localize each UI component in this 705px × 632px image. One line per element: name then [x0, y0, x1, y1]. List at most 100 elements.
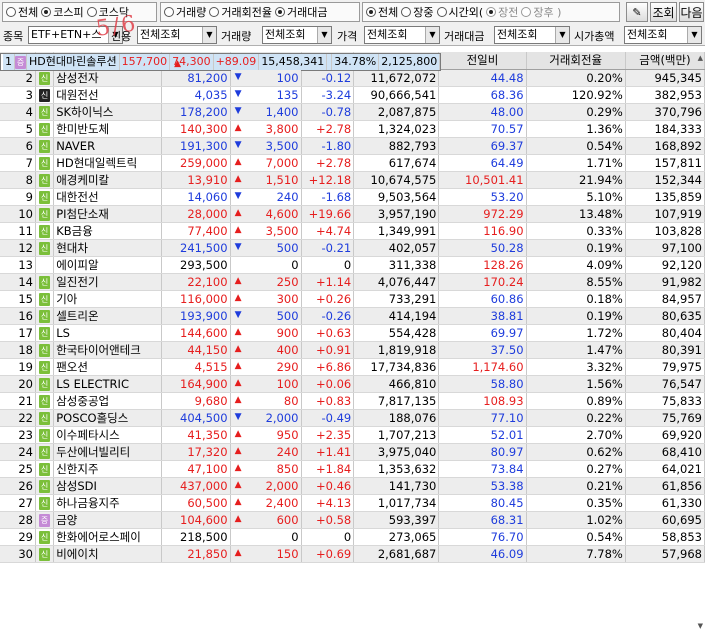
- column-header[interactable]: 전일비: [438, 52, 527, 70]
- volume-select[interactable]: 전체조회 ▼: [262, 26, 332, 44]
- stock-name-cell[interactable]: 신한지주: [53, 460, 162, 478]
- mcap-select[interactable]: 전체조회 ▼: [624, 26, 702, 44]
- stock-name-cell[interactable]: KB금융: [53, 222, 162, 240]
- session-radio-0[interactable]: 전체: [366, 4, 398, 20]
- stock-name-cell[interactable]: 한화에어로스페이: [53, 528, 162, 546]
- stock-name-cell[interactable]: 애경케미칼: [53, 171, 162, 189]
- table-row[interactable]: 25 신 신한지주 47,100 ▲ 850 +1.84 1,353,632 73.84 0.27…: [0, 460, 705, 478]
- table-row[interactable]: 3 신 대원전선 4,035 ▼ 135 -3.24 90,666,541 68.36 120.9…: [0, 86, 705, 104]
- change-value: 2,000: [265, 479, 299, 493]
- stock-name-cell[interactable]: NAVER: [53, 137, 162, 155]
- change-cell: ▼ 240: [230, 188, 302, 206]
- price-select[interactable]: 전체조회 ▼: [364, 26, 440, 44]
- sort-radio-2[interactable]: 거래대금: [274, 4, 327, 20]
- volume-cell: 3,957,190: [353, 205, 440, 223]
- stock-name-cell[interactable]: HD현대일렉트릭: [53, 154, 162, 172]
- settings-button[interactable]: ✎: [626, 2, 648, 22]
- change-cell: ▲ 240: [230, 443, 302, 461]
- table-row[interactable]: 1 증 HD현대마린솔루션 157,700 ▲ 74,300 +89.09 15,458,34…: [0, 53, 442, 71]
- table-row[interactable]: 28 증 금양 104,600 ▲ 600 +0.58 593,397 68.31 1.02% 60…: [0, 511, 705, 529]
- table-row[interactable]: 17 신 LS 144,600 ▲ 900 +0.63 554,428 69.97 1.72% 80…: [0, 324, 705, 342]
- change-value: 4,600: [265, 207, 299, 221]
- table-row[interactable]: 5 신 한미반도체 140,300 ▲ 3,800 +2.78 1,324,023 70.57 1…: [0, 120, 705, 138]
- table-row[interactable]: 4 신 SK하이닉스 178,200 ▼ 1,400 -0.78 2,087,875 48.00…: [0, 103, 705, 121]
- stock-name-cell[interactable]: 셀트리온: [53, 307, 162, 325]
- stock-name-cell[interactable]: 팬오션: [53, 358, 162, 376]
- table-row[interactable]: 27 신 하나금융지주 60,500 ▲ 2,400 +4.13 1,017,734 80.45…: [0, 494, 705, 512]
- table-row[interactable]: 12 신 현대차 241,500 ▼ 500 -0.21 402,057 50.28 0.19% 9…: [0, 239, 705, 257]
- session-radio-2[interactable]: 시간외(: [436, 4, 484, 20]
- table-row[interactable]: 11 신 KB금융 77,400 ▲ 3,500 +4.74 1,349,991 116.90 0…: [0, 222, 705, 240]
- table-row[interactable]: 30 신 비에이치 21,850 ▲ 150 +0.69 2,681,687 46.09 7.78…: [0, 545, 705, 563]
- stock-name-cell[interactable]: SK하이닉스: [53, 103, 162, 121]
- stock-name-cell[interactable]: 대한전선: [53, 188, 162, 206]
- table-row[interactable]: 10 신 PI첨단소재 28,000 ▲ 4,600 +19.66 3,957,190 972.…: [0, 205, 705, 223]
- stock-name-cell[interactable]: 비에이치: [53, 545, 162, 563]
- table-row[interactable]: 15 신 기아 116,000 ▲ 300 +0.26 733,291 60.86 0.18% 84…: [0, 290, 705, 308]
- table-row[interactable]: 24 신 두산에너빌리티 17,320 ▲ 240 +1.41 3,975,040 80.97 0…: [0, 443, 705, 461]
- column-header[interactable]: 금액(백만): [625, 52, 705, 70]
- stock-name-cell[interactable]: 일진전기: [53, 273, 162, 291]
- table-row[interactable]: 20 신 LS ELECTRIC 164,900 ▲ 100 +0.06 466,810 58.…: [0, 375, 705, 393]
- stock-name-cell[interactable]: HD현대마린솔루션: [26, 54, 120, 70]
- table-row[interactable]: 18 신 한국타이어앤테크 44,150 ▲ 400 +0.91 1,819,918 37.50…: [0, 341, 705, 359]
- table-row[interactable]: 16 신 셀트리온 193,900 ▼ 500 -0.26 414,194 38.81 0.19%…: [0, 307, 705, 325]
- stock-name-cell[interactable]: 한미반도체: [53, 120, 162, 138]
- change-cell: ▲ 300: [230, 290, 302, 308]
- table-row[interactable]: 2 신 삼성전자 81,200 ▼ 100 -0.12 11,672,072 44.48 0.20…: [0, 69, 705, 87]
- stock-name-cell[interactable]: LS: [53, 324, 162, 342]
- sort-radio-0[interactable]: 거래량: [164, 4, 206, 20]
- next-button[interactable]: 다음: [679, 2, 704, 22]
- rate-cell: +6.86: [301, 358, 355, 376]
- change-value: 1,510: [265, 173, 299, 187]
- stock-name-cell[interactable]: 현대차: [53, 239, 162, 257]
- table-row[interactable]: 9 신 대한전선 14,060 ▼ 240 -1.68 9,503,564 53.20 5.10%…: [0, 188, 705, 206]
- table-row[interactable]: 13 에이피알 293,500 0 0 311,338 128.26 4.09% 92,120: [0, 256, 705, 274]
- stock-name-cell[interactable]: 삼성중공업: [53, 392, 162, 410]
- table-row[interactable]: 19 신 팬오션 4,515 ▲ 290 +6.86 17,734,836 1,174.60 3.…: [0, 358, 705, 376]
- change-value: 500: [276, 309, 299, 323]
- table-row[interactable]: 8 신 애경케미칼 13,910 ▲ 1,510 +12.18 10,674,575 10,50…: [0, 171, 705, 189]
- market-radio-0[interactable]: 전체: [6, 4, 38, 20]
- table-row[interactable]: 7 신 HD현대일렉트릭 259,000 ▲ 7,000 +2.78 617,674 64.49…: [0, 154, 705, 172]
- chevron-down-icon: ▼: [687, 27, 701, 43]
- turnover-cell: 8.55%: [526, 273, 626, 291]
- table-row[interactable]: 21 신 삼성중공업 9,680 ▲ 80 +0.83 7,817,135 108.93 0.89…: [0, 392, 705, 410]
- stock-name-cell[interactable]: 하나금융지주: [53, 494, 162, 512]
- table-row[interactable]: 14 신 일진전기 22,100 ▲ 250 +1.14 4,076,447 170.24 8.5…: [0, 273, 705, 291]
- scroll-up-icon[interactable]: ▲: [698, 54, 703, 62]
- amount-select[interactable]: 전체조회 ▼: [494, 26, 570, 44]
- scroll-down-icon[interactable]: ▼: [698, 622, 703, 630]
- query-button[interactable]: 조회: [650, 2, 677, 22]
- stock-name-cell[interactable]: POSCO홀딩스: [53, 409, 162, 427]
- stock-name-cell[interactable]: 금양: [53, 511, 162, 529]
- rank-cell: 4: [0, 103, 36, 121]
- stock-name-cell[interactable]: 대원전선: [53, 86, 162, 104]
- stock-name-cell[interactable]: 기아: [53, 290, 162, 308]
- table-row[interactable]: 23 신 이수페타시스 41,350 ▲ 950 +2.35 1,707,213 52.01 2.…: [0, 426, 705, 444]
- stock-name-cell[interactable]: 삼성SDI: [53, 477, 162, 495]
- table-row[interactable]: 6 신 NAVER 191,300 ▼ 3,500 -1.80 882,793 69.37 0.5…: [0, 137, 705, 155]
- stock-name-cell[interactable]: LS ELECTRIC: [53, 375, 162, 393]
- stock-name-cell[interactable]: 두산에너빌리티: [53, 443, 162, 461]
- sort-radio-1[interactable]: 거래회전율: [209, 4, 272, 20]
- stock-name-cell[interactable]: 삼성전자: [53, 69, 162, 87]
- credit-select[interactable]: 전체조회 ▼: [137, 26, 217, 44]
- session-radio-4[interactable]: 장후 ): [521, 4, 561, 20]
- stock-name-cell[interactable]: PI첨단소재: [53, 205, 162, 223]
- price-cell: 104,600: [161, 511, 231, 529]
- table-row[interactable]: 26 신 삼성SDI 437,000 ▲ 2,000 +0.46 141,730 53.38 0.…: [0, 477, 705, 495]
- stock-name-cell[interactable]: 이수페타시스: [53, 426, 162, 444]
- stock-name-cell[interactable]: 한국타이어앤테크: [53, 341, 162, 359]
- session-radio-1[interactable]: 장중: [401, 4, 434, 20]
- prev-ratio-cell: 68.36: [438, 86, 527, 104]
- column-header[interactable]: 거래회전율: [526, 52, 626, 70]
- table-row[interactable]: 22 신 POSCO홀딩스 404,500 ▼ 2,000 -0.49 188,076 77.1…: [0, 409, 705, 427]
- session-radio-3[interactable]: 장전: [486, 4, 518, 20]
- table-row[interactable]: 29 신 한화에어로스페이 218,500 0 0 273,065 76.70 0.54% 58,…: [0, 528, 705, 546]
- session-radio-label: 시간외(: [448, 6, 484, 19]
- turnover-cell: 0.22%: [526, 409, 626, 427]
- status-badge: 신: [39, 395, 51, 408]
- stock-name-cell[interactable]: 에이피알: [53, 256, 162, 274]
- market-radio-1[interactable]: 코스피: [41, 4, 84, 20]
